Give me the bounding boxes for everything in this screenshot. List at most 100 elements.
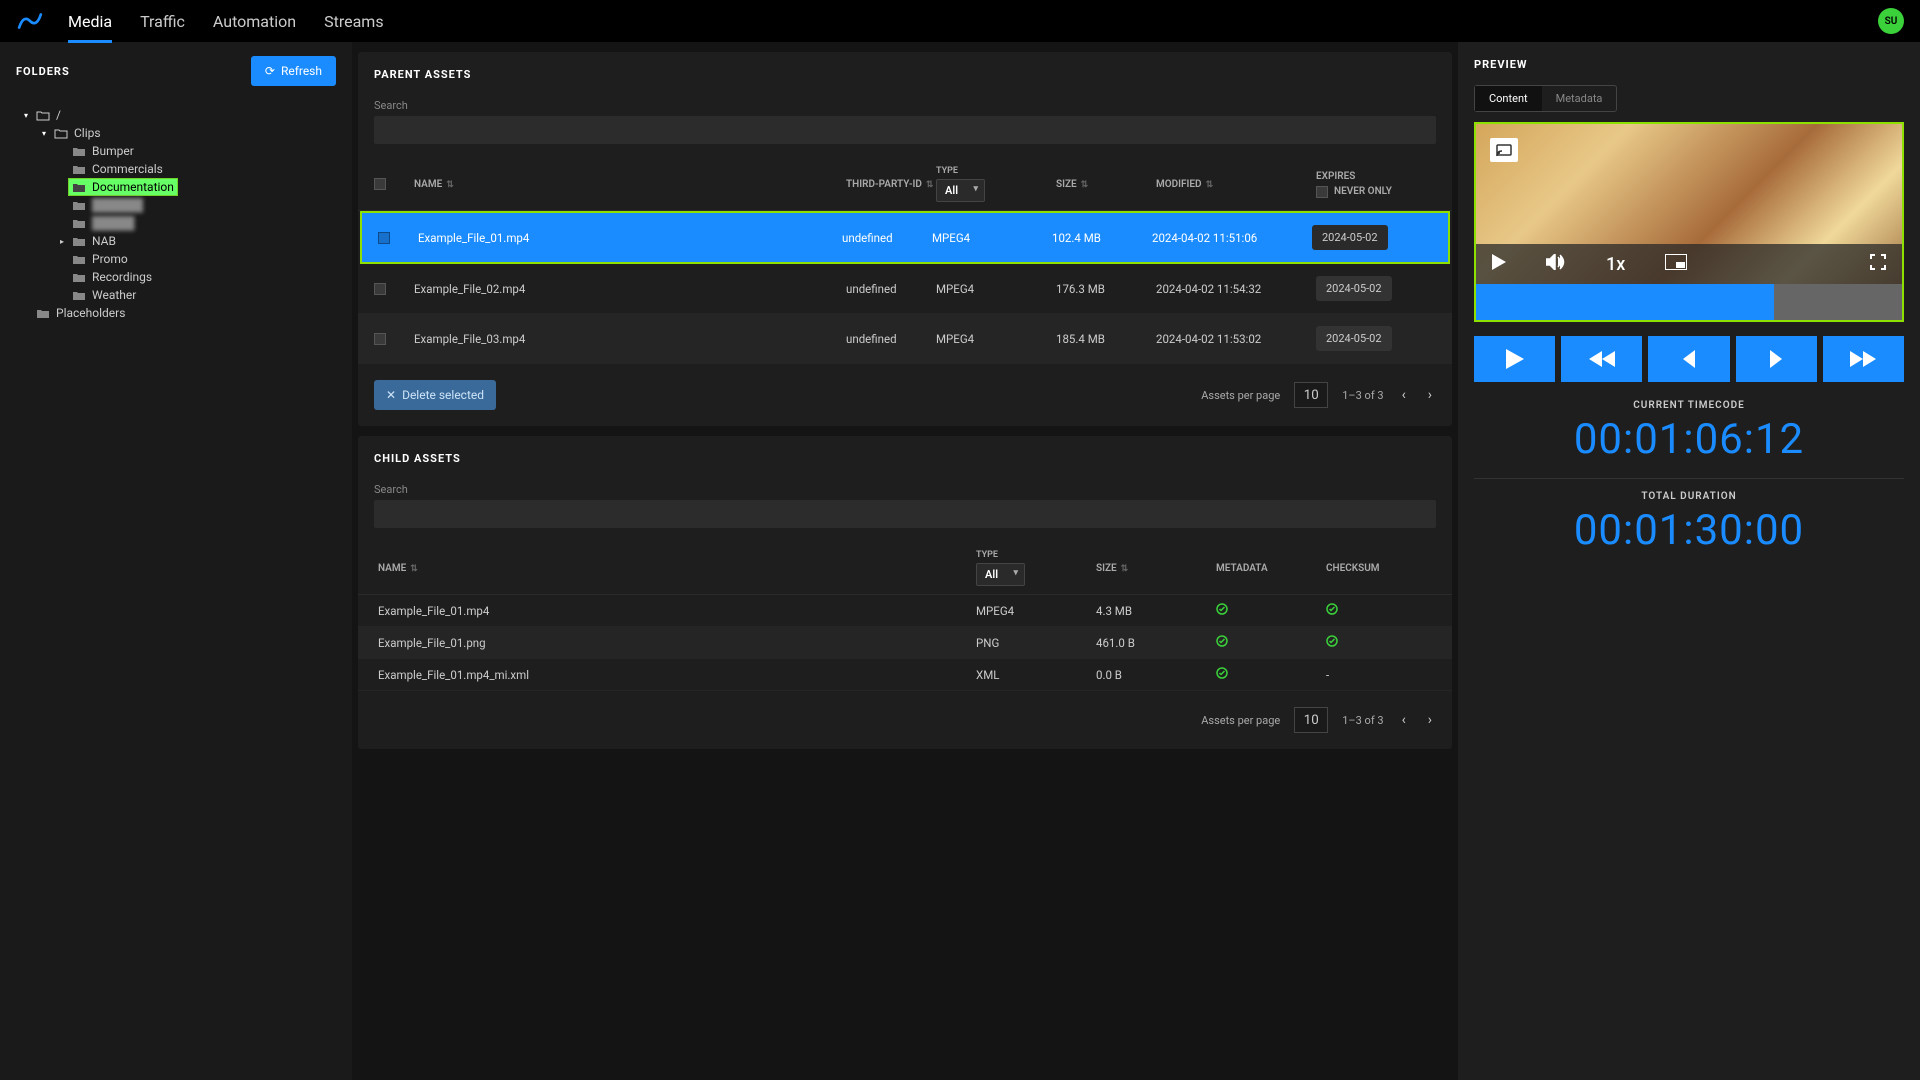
tree-item[interactable]: Promo	[16, 250, 336, 268]
range-label: 1–3 of 3	[1342, 389, 1383, 402]
pip-icon[interactable]	[1665, 254, 1687, 275]
table-header: NAME⇅ TYPE All SIZE⇅ METADATA CHECKSUM	[358, 542, 1452, 595]
prev-page-button[interactable]: ‹	[1398, 387, 1410, 403]
next-page-button[interactable]: ›	[1424, 387, 1436, 403]
parent-pager: Assets per page 1–3 of 3 ‹ ›	[1201, 382, 1436, 408]
check-icon	[1216, 636, 1228, 650]
cast-icon[interactable]	[1490, 138, 1518, 162]
step-back-button[interactable]	[1648, 336, 1729, 382]
caret-icon: ▾	[24, 111, 36, 120]
video-player[interactable]: 1x	[1474, 122, 1904, 322]
tab-metadata[interactable]: Metadata	[1542, 86, 1617, 111]
tree-label: Commercials	[92, 162, 163, 176]
nav-media[interactable]: Media	[68, 2, 112, 41]
refresh-button[interactable]: ⟳ Refresh	[251, 56, 336, 86]
prev-page-button[interactable]: ‹	[1398, 712, 1410, 728]
tree-placeholders[interactable]: Placeholders	[16, 304, 336, 322]
nav-automation[interactable]: Automation	[213, 2, 296, 41]
table-row[interactable]: Example_File_03.mp4 undefined MPEG4 185.…	[358, 314, 1452, 364]
sort-icon: ⇅	[1206, 180, 1214, 190]
rewind-button[interactable]	[1561, 336, 1642, 382]
cell-size: 185.4 MB	[1056, 332, 1156, 346]
tree-label: Clips	[74, 126, 101, 140]
select-all-checkbox[interactable]	[374, 178, 386, 190]
never-only-checkbox[interactable]	[1316, 186, 1328, 198]
tree-clips[interactable]: ▾ Clips	[16, 124, 336, 142]
col-size[interactable]: SIZE⇅	[1096, 563, 1216, 574]
cell-expires: 2024-05-02	[1316, 326, 1436, 351]
row-checkbox[interactable]	[378, 232, 390, 244]
tree-item[interactable]: Bumper	[16, 142, 336, 160]
per-page-input[interactable]	[1294, 382, 1328, 408]
sort-icon: ⇅	[446, 180, 454, 190]
col-checksum: CHECKSUM	[1326, 563, 1436, 574]
step-forward-button[interactable]	[1736, 336, 1817, 382]
table-row[interactable]: Example_File_01.mp4 MPEG4 4.3 MB	[358, 595, 1452, 627]
tree-item[interactable]: ▸NAB	[16, 232, 336, 250]
next-page-button[interactable]: ›	[1424, 712, 1436, 728]
parent-assets-panel: PARENT ASSETS Search NAME⇅ THIRD-PARTY-I…	[358, 52, 1452, 426]
play-button[interactable]	[1474, 336, 1555, 382]
per-page-label: Assets per page	[1201, 389, 1280, 402]
cell-type: PNG	[976, 636, 1096, 650]
folders-sidebar: FOLDERS ⟳ Refresh ▾ / ▾ Clips Bumper Com…	[0, 42, 352, 1080]
tree-item[interactable]: █████	[16, 214, 336, 232]
play-icon[interactable]	[1492, 254, 1506, 275]
cell-checksum	[1326, 635, 1436, 650]
col-metadata: METADATA	[1216, 563, 1326, 574]
table-row[interactable]: Example_File_01.mp4 undefined MPEG4 102.…	[360, 211, 1450, 264]
row-checkbox[interactable]	[374, 283, 386, 295]
parent-title: PARENT ASSETS	[374, 68, 1436, 81]
sort-icon: ⇅	[926, 180, 934, 190]
cell-size: 461.0 B	[1096, 636, 1216, 650]
tree-label: Bumper	[92, 144, 134, 158]
fullscreen-icon[interactable]	[1870, 254, 1886, 275]
col-modified[interactable]: MODIFIED⇅	[1156, 179, 1316, 190]
tree-root[interactable]: ▾ /	[16, 106, 336, 124]
tree-item[interactable]: Weather	[16, 286, 336, 304]
cell-metadata	[1216, 667, 1326, 682]
search-label: Search	[374, 483, 1436, 496]
per-page-input[interactable]	[1294, 707, 1328, 733]
tree-item[interactable]: Commercials	[16, 160, 336, 178]
nav-streams[interactable]: Streams	[324, 2, 383, 41]
check-icon	[1216, 604, 1228, 618]
total-duration: 00:01:30:00	[1474, 506, 1904, 555]
playback-speed[interactable]: 1x	[1606, 254, 1625, 275]
preview-panel: PREVIEW Content Metadata 1x	[1458, 42, 1920, 1080]
col-tpid[interactable]: THIRD-PARTY-ID⇅	[846, 179, 936, 190]
tree-item[interactable]: ██████	[16, 196, 336, 214]
type-filter-select[interactable]: All	[936, 179, 985, 202]
user-avatar[interactable]: SU	[1878, 8, 1904, 34]
tree-label: NAB	[92, 234, 116, 248]
cell-modified: 2024-04-02 11:53:02	[1156, 332, 1316, 346]
row-checkbox[interactable]	[374, 333, 386, 345]
never-only-label: NEVER ONLY	[1334, 186, 1392, 197]
tree-item-selected[interactable]: Documentation	[16, 178, 336, 196]
tree-label: Promo	[92, 252, 128, 266]
cell-modified: 2024-04-02 11:54:32	[1156, 282, 1316, 296]
table-row[interactable]: Example_File_01.mp4_mi.xml XML 0.0 B -	[358, 659, 1452, 691]
col-type: TYPE All	[936, 166, 1056, 202]
progress-bar[interactable]	[1476, 284, 1902, 320]
table-row[interactable]: Example_File_01.png PNG 461.0 B	[358, 627, 1452, 659]
col-name[interactable]: NAME⇅	[374, 563, 976, 574]
cell-type: XML	[976, 668, 1096, 682]
col-size[interactable]: SIZE⇅	[1056, 179, 1156, 190]
nav-traffic[interactable]: Traffic	[140, 2, 185, 41]
delete-selected-button[interactable]: ✕Delete selected	[374, 380, 496, 410]
type-filter-select[interactable]: All	[976, 563, 1025, 586]
child-table: NAME⇅ TYPE All SIZE⇅ METADATA CHECKSUM E…	[358, 542, 1452, 733]
child-search-input[interactable]	[374, 500, 1436, 528]
cell-size: 0.0 B	[1096, 668, 1216, 682]
parent-search-input[interactable]	[374, 116, 1436, 144]
caret-icon: ▾	[42, 129, 54, 138]
tab-content[interactable]: Content	[1475, 86, 1542, 111]
current-timecode-label: CURRENT TIMECODE	[1474, 400, 1904, 411]
volume-icon[interactable]	[1546, 254, 1566, 275]
cell-name: Example_File_01.png	[374, 636, 976, 650]
tree-item[interactable]: Recordings	[16, 268, 336, 286]
table-row[interactable]: Example_File_02.mp4 undefined MPEG4 176.…	[358, 264, 1452, 314]
col-name[interactable]: NAME⇅	[414, 179, 846, 190]
fast-forward-button[interactable]	[1823, 336, 1904, 382]
